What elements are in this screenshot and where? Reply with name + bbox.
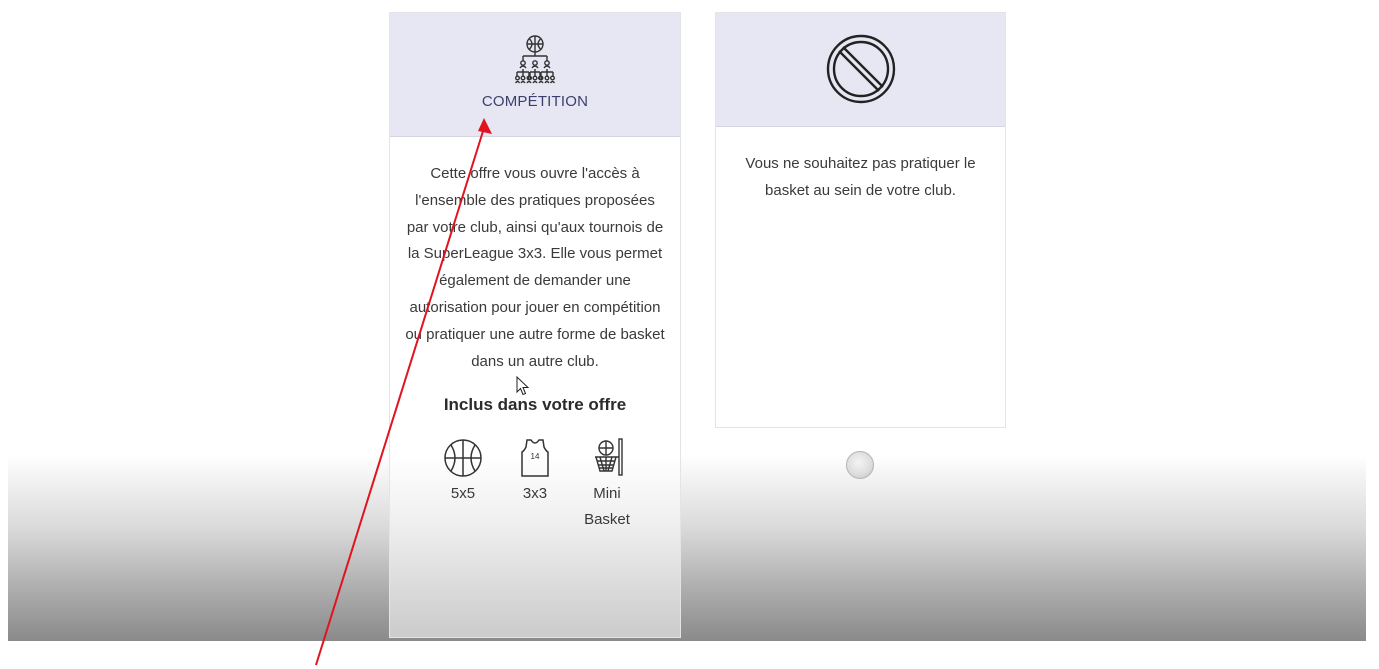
feature-5x5: 5x5: [436, 437, 490, 533]
offer-card-competition[interactable]: COMPÉTITION Cette offre vous ouvre l'acc…: [389, 12, 681, 638]
offer-description: Cette offre vous ouvre l'accès à l'ensem…: [405, 165, 665, 370]
basket-hoop-icon: [595, 438, 623, 477]
offer-title: COMPÉTITION: [481, 93, 589, 110]
feature-mini-basket: Mini Basket: [580, 437, 634, 533]
forbidden-icon: [826, 34, 895, 104]
included-features: 5x5 14 3x3 Mini Basket: [390, 437, 680, 533]
included-title: Inclus dans votre offre: [443, 395, 627, 415]
feature-label: 3x3: [522, 485, 548, 503]
mouse-pointer-icon: [516, 376, 530, 396]
feature-3x3: 14 3x3: [508, 437, 562, 533]
svg-text:14: 14: [531, 452, 540, 461]
tournament-bracket-icon: [515, 35, 555, 84]
offer-card-none[interactable]: Vous ne souhaitez pas pratiquer le baske…: [715, 12, 1006, 428]
offer-card-header: COMPÉTITION: [390, 13, 680, 137]
feature-label: Mini Basket: [584, 485, 630, 529]
feature-label: 5x5: [450, 485, 476, 503]
offer-card-header: [716, 13, 1005, 127]
offer-none-radio[interactable]: [846, 451, 874, 479]
background-gradient-band: [8, 455, 1366, 641]
jersey-icon: 14: [521, 439, 549, 478]
basketball-icon: [444, 439, 482, 478]
offer-description: Vous ne souhaitez pas pratiquer le baske…: [745, 155, 976, 199]
